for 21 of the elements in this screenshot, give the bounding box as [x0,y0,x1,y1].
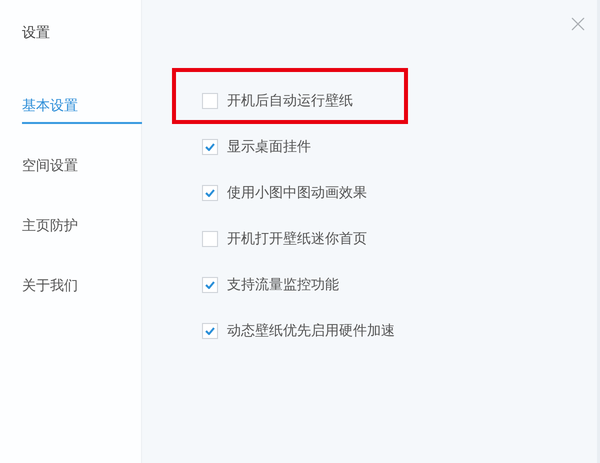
checkmark-icon [205,189,215,197]
option-label: 使用小图中图动画效果 [227,184,367,202]
checkbox[interactable] [202,277,218,293]
close-icon[interactable] [571,17,585,31]
checkbox[interactable] [202,93,218,109]
checkbox[interactable] [202,139,218,155]
checkbox[interactable] [202,323,218,339]
sidebar-tab[interactable]: 关于我们 [22,270,142,304]
option-label: 开机打开壁纸迷你首页 [227,230,367,248]
option-label: 支持流量监控功能 [227,276,339,294]
sidebar-title: 设置 [21,24,51,43]
checkmark-icon [205,143,215,151]
sidebar-tab[interactable]: 主页防护 [22,210,142,244]
checkbox[interactable] [202,231,218,247]
option-label: 动态壁纸优先启用硬件加速 [227,322,395,340]
option-label: 开机后自动运行壁纸 [227,92,353,110]
checkbox[interactable] [202,185,218,201]
sidebar-tab[interactable]: 空间设置 [22,150,142,184]
option-label: 显示桌面挂件 [227,138,311,156]
checkmark-icon [205,281,215,289]
checkmark-icon [205,327,215,335]
